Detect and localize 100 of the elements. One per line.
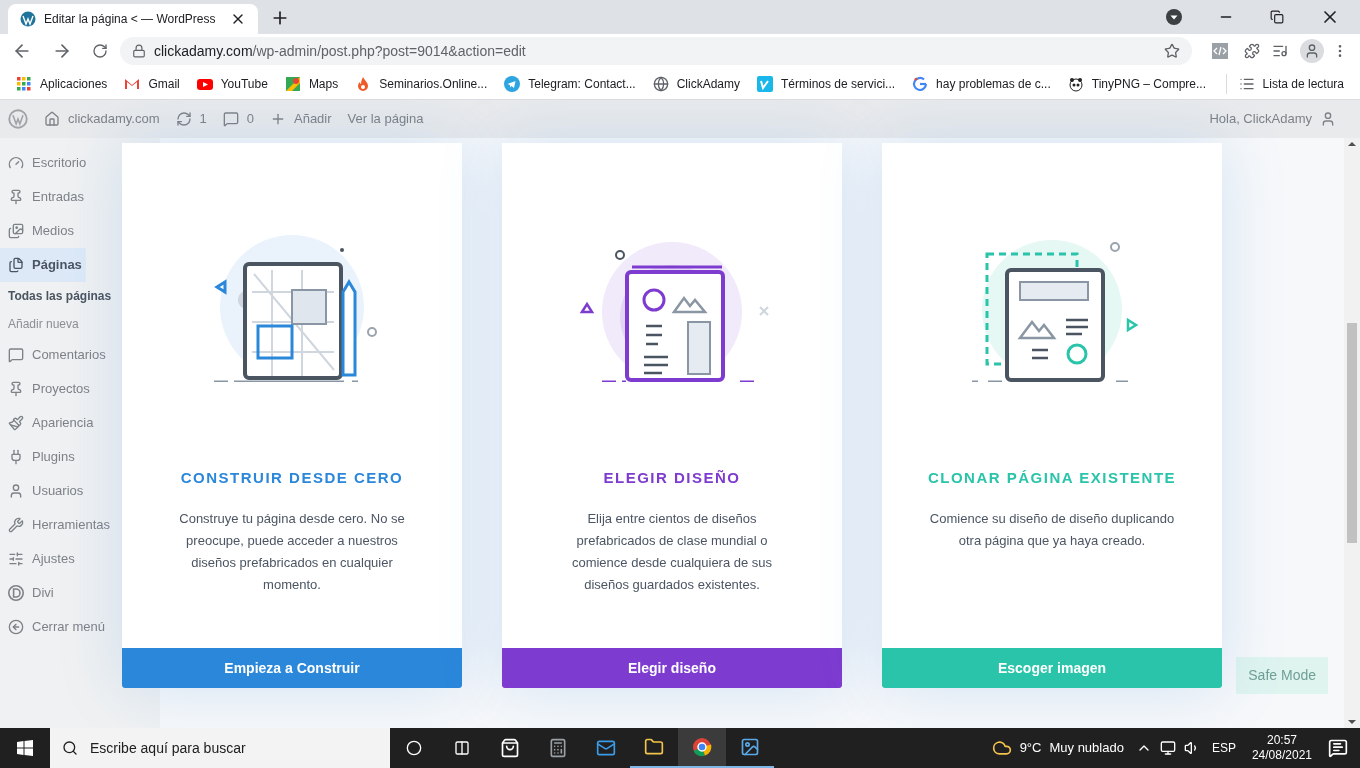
sidebar-item[interactable]: Divi [0,576,58,610]
pin-icon [8,189,24,205]
user-icon [1320,111,1336,127]
letter-circle-icon [8,585,24,601]
globe-icon [652,75,669,92]
sidebar-item[interactable]: Páginas [0,248,86,282]
shopping-bag-icon [500,738,520,758]
comments-link[interactable]: 0 [222,109,254,129]
sliders-icon [8,551,24,567]
site-link[interactable]: clickadamy.com [44,109,160,129]
refresh-icon [175,111,192,127]
card-description: Construye tu página desde cero. No se preocupe, puede acceder a nuestros diseños prefabricados en cualquier momento. [178,509,406,594]
sidebar-item[interactable]: Entradas [0,180,89,214]
photo-icon [740,737,760,757]
apps-grid-icon [16,75,32,92]
dropdown-circle-icon[interactable] [1166,9,1182,25]
sidebar-item[interactable]: Usuarios [0,474,88,508]
pin-icon [8,381,24,397]
card-action-button[interactable]: Empieza a Construir [122,648,462,688]
sidebar-item[interactable]: Apariencia [0,406,98,440]
wrench-icon [8,517,24,533]
sidebar-item[interactable]: Cerrar menú [0,610,109,644]
circle-icon [406,740,422,756]
sidebar-item[interactable]: Comentarios [0,338,110,372]
sidebar-item[interactable]: Ajustes [0,542,79,576]
arrow-circle-icon [8,619,24,635]
folder-icon [644,737,664,757]
sidebar-item[interactable]: Proyectos [0,372,94,406]
card-action-button[interactable]: Escoger imagen [882,648,1222,688]
card-title: CLONAR PÁGINA EXISTENTE [927,468,1177,488]
network-icon[interactable] [1159,740,1176,756]
comment-icon [222,111,239,127]
card-title: ELEGIR DISEÑO [603,468,741,488]
clock[interactable]: 20:57 24/08/2021 [1251,733,1312,763]
browser-tab[interactable]: Editar la página < — WordPress [8,4,258,34]
reading-list-button[interactable]: Lista de lectura [1238,75,1344,92]
card-description: Comience su diseño de diseño duplicando otra página que ya haya creado. [928,509,1176,550]
restore-icon[interactable] [1270,10,1284,24]
weather-text: Muy nublado [1049,739,1124,758]
gauge-icon [8,155,24,171]
url-text: clickadamy.com/wp-admin/post.php?post=9014&action=edit [154,42,527,61]
sidebar-item[interactable]: Escritorio [0,146,91,180]
pages-icon [8,257,24,273]
bookmark-item[interactable]: Términos de servici... [757,75,896,92]
chrome-button[interactable] [678,728,726,768]
map-pin-icon [284,75,301,92]
chrome-logo-icon [692,737,712,757]
comment-icon [8,347,24,363]
language-indicator[interactable]: ESP [1211,740,1236,756]
view-page-link[interactable]: Ver la página [347,109,424,129]
profile-avatar-icon[interactable] [1300,39,1324,63]
media-icon [8,223,24,239]
bookmark-item[interactable]: Maps [284,75,339,92]
sidebar-item[interactable]: Herramientas [0,508,115,542]
code-icon[interactable] [1212,43,1228,59]
safe-mode-button[interactable]: Safe Mode [1236,657,1328,694]
bookmark-star-icon[interactable] [1164,43,1180,59]
panda-icon [1067,75,1084,92]
address-field[interactable]: clickadamy.com/wp-admin/post.php?post=9014&action=edit [120,37,1192,65]
home-icon [44,111,60,127]
submenu-item[interactable]: Todas las páginas [0,282,120,310]
taskbar-search-field[interactable]: Escribe aquí para buscar [50,728,390,768]
task-view-icon [454,740,470,756]
plug-icon [8,449,24,465]
add-new-link[interactable]: Añadir [270,109,332,129]
scrollbar[interactable] [1344,138,1360,728]
bookmark-item[interactable]: Telegram: Contact... [504,75,636,92]
bookmark-item[interactable]: YouTube [196,75,268,92]
calculator-icon [548,738,568,758]
paper-plane-icon [504,75,521,92]
card-title: CONSTRUIR DESDE CERO [180,468,404,488]
bookmark-item[interactable]: ClickAdamy [652,75,740,92]
sidebar-item[interactable]: Medios [0,214,78,248]
bookmark-item[interactable]: Seminarios.Online... [355,75,488,92]
plus-icon [270,111,286,127]
tab-title: Editar la página < — WordPress [44,11,217,27]
letter-v-icon [757,75,773,92]
updates-link[interactable]: 1 [175,109,207,129]
letter-g-icon [912,75,929,92]
wordpress-logo-icon [20,11,36,27]
bookmark-item[interactable]: Aplicaciones [16,75,108,92]
windows-logo-icon[interactable] [17,740,33,756]
user-icon [8,483,24,499]
cloud-icon[interactable] [991,738,1012,758]
card-description: Elija entre cientos de diseños prefabricados de clase mundial o comience desde cualquiera de sus diseños guardados existentes. [570,509,774,594]
bookmark-item[interactable]: Gmail [124,75,180,92]
account-menu[interactable]: Hola, ClickAdamy [1209,109,1336,129]
extensions-icon[interactable] [1244,43,1260,59]
lock-icon [132,44,146,58]
reload-icon[interactable] [92,43,108,59]
search-icon [62,740,78,756]
card-action-button[interactable]: Elegir diseño [502,648,842,688]
bookmark-item[interactable]: TinyPNG – Compre... [1067,75,1207,92]
submenu-item[interactable]: Añadir nueva [0,310,87,338]
brush-icon [8,415,24,431]
bookmark-item[interactable]: hay problemas de c... [912,75,1051,92]
mail-icon [596,738,616,758]
notifications-icon[interactable] [1328,738,1348,758]
media-queue-icon[interactable] [1272,43,1288,59]
sidebar-item[interactable]: Plugins [0,440,79,474]
